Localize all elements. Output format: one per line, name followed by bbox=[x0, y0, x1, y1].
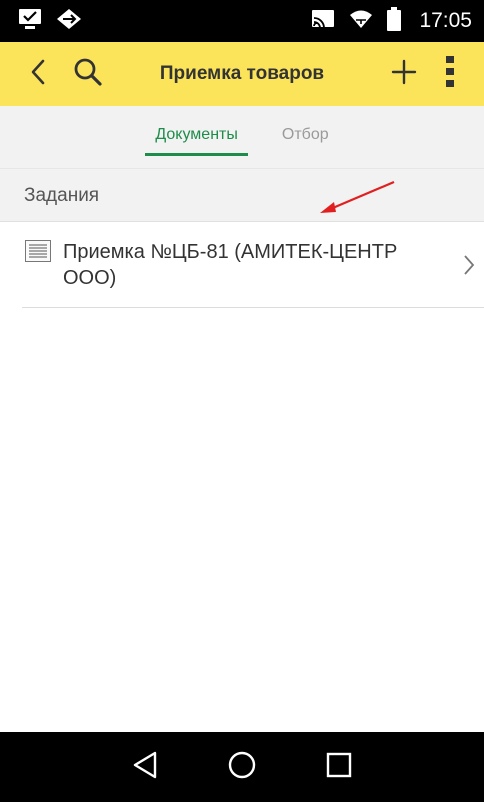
nav-bar bbox=[0, 732, 484, 802]
device-check-icon bbox=[18, 8, 42, 35]
list-item-label: Приемка №ЦБ-81 (АМИТЕК-ЦЕНТР ООО) bbox=[63, 241, 398, 289]
tab-bar: Документы Отбор bbox=[0, 106, 484, 168]
nav-back-button[interactable] bbox=[123, 745, 167, 789]
status-right: 17:05 bbox=[311, 6, 472, 36]
nav-recents-icon bbox=[326, 752, 352, 783]
cast-icon bbox=[311, 9, 335, 34]
more-button[interactable] bbox=[428, 52, 472, 96]
status-bar: 17:05 bbox=[0, 0, 484, 42]
nav-home-button[interactable] bbox=[220, 745, 264, 789]
app-bar: Приемка товаров bbox=[0, 42, 484, 106]
nav-back-icon bbox=[132, 751, 158, 784]
add-button[interactable] bbox=[382, 52, 426, 96]
nav-home-icon bbox=[227, 750, 257, 785]
back-button[interactable] bbox=[16, 52, 60, 96]
app-screen: 17:05 Приемка товаров Документы Отбор За… bbox=[0, 0, 484, 802]
wifi-icon bbox=[349, 9, 373, 34]
tab-documents[interactable]: Документы bbox=[145, 126, 249, 156]
more-vertical-icon bbox=[445, 55, 455, 93]
plus-icon bbox=[391, 59, 417, 90]
tab-filter[interactable]: Отбор bbox=[272, 126, 339, 156]
diamond-arrows-icon bbox=[56, 8, 82, 35]
section-title: Задания bbox=[24, 185, 100, 206]
status-left bbox=[18, 8, 82, 35]
document-icon bbox=[25, 240, 51, 267]
back-icon bbox=[29, 59, 47, 90]
search-icon bbox=[73, 57, 103, 92]
section-header: Задания bbox=[0, 168, 484, 222]
red-arrow-annotation bbox=[320, 180, 395, 213]
page-title: Приемка товаров bbox=[159, 63, 325, 84]
chevron-right-icon bbox=[463, 254, 475, 281]
status-time: 17:05 bbox=[419, 9, 472, 32]
list-item[interactable]: Приемка №ЦБ-81 (АМИТЕК-ЦЕНТР ООО) bbox=[22, 222, 484, 308]
nav-recents-button[interactable] bbox=[317, 745, 361, 789]
battery-icon bbox=[387, 6, 402, 36]
